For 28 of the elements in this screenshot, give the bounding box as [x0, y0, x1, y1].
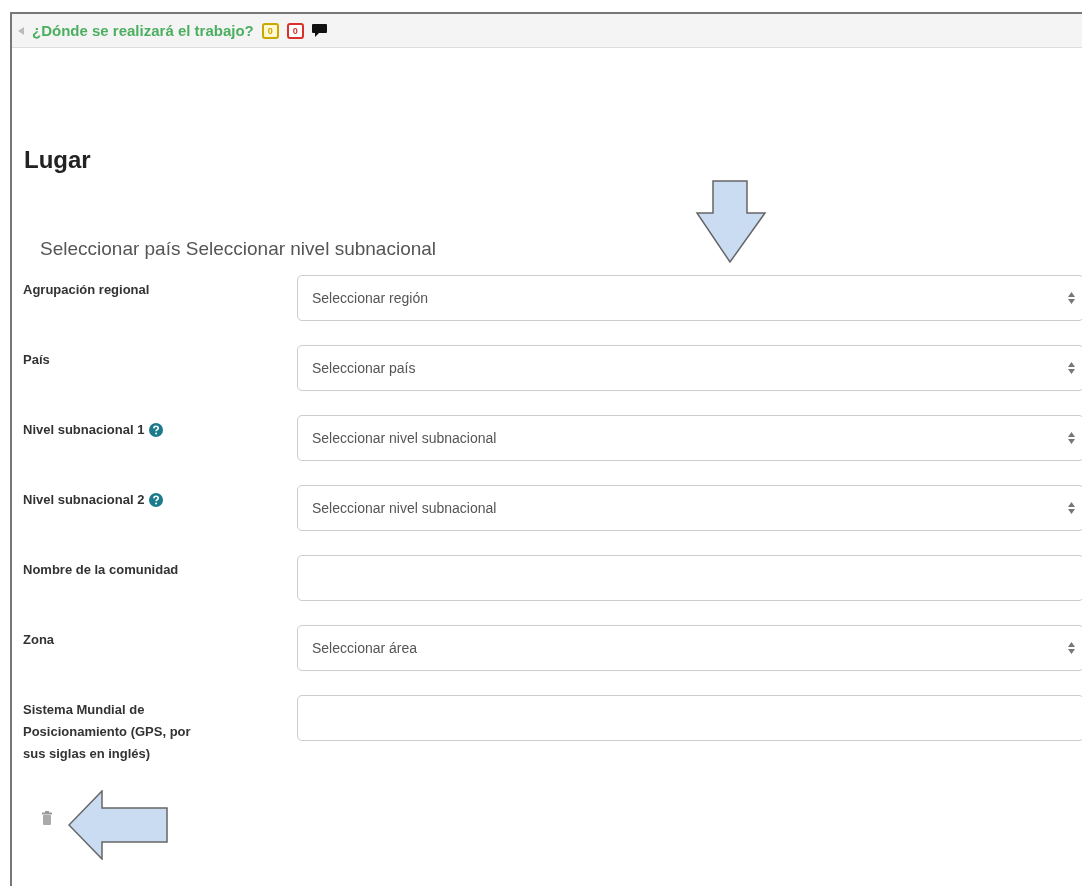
trash-icon[interactable] [42, 811, 52, 825]
field-label: Agrupación regional [23, 281, 150, 299]
collapse-icon[interactable] [18, 26, 24, 35]
field-label: Nivel subnacional 2 [23, 491, 145, 509]
count-badge: 0 [261, 22, 279, 39]
select-field[interactable]: Seleccionar nivel subnacional [297, 415, 1082, 461]
field-label: Nombre de la comunidad [23, 561, 179, 579]
section-heading: Lugar [24, 146, 92, 174]
comment-icon[interactable] [311, 24, 327, 37]
select-field[interactable]: Seleccionar nivel subnacional [297, 485, 1082, 531]
field-label: Zona [23, 631, 55, 649]
sort-caret-icon [1068, 502, 1075, 514]
sort-caret-icon [1068, 642, 1075, 654]
count-badge: 0 [286, 22, 304, 39]
field-label: Nivel subnacional 1 [23, 421, 145, 439]
sort-caret-icon [1068, 362, 1075, 374]
subtitle: Seleccionar país Seleccionar nivel subnacional [40, 238, 438, 260]
select-field[interactable]: Seleccionar área [297, 625, 1082, 671]
field-label: Sistema Mundial de Posicionamiento (GPS, por sus siglas en inglés) [23, 701, 192, 763]
select-field[interactable]: Seleccionar región [297, 275, 1082, 321]
sort-caret-icon [1068, 292, 1075, 304]
input-field[interactable] [297, 555, 1082, 601]
input-field[interactable] [297, 695, 1082, 741]
field-label: País [23, 351, 50, 369]
sort-caret-icon [1068, 432, 1075, 444]
select-field[interactable]: Seleccionar país [297, 345, 1082, 391]
help-icon[interactable] [149, 493, 164, 507]
help-icon[interactable] [149, 423, 164, 437]
